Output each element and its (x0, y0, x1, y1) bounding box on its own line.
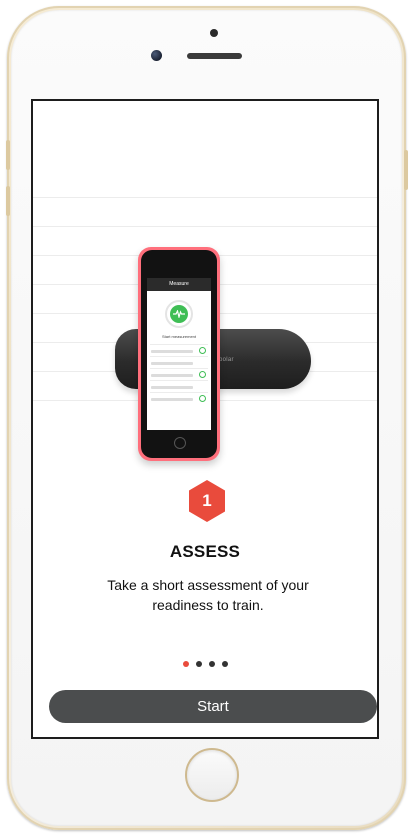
device-home-button (174, 437, 186, 449)
volume-down-button (6, 186, 10, 216)
sensor-row (150, 368, 208, 379)
proximity-sensor (151, 50, 162, 61)
app-screen: polar Measure Start measurement 1 ASSESS… (31, 99, 379, 739)
sensor-row (150, 356, 208, 367)
sensor-row (150, 380, 208, 391)
volume-up-button (6, 140, 10, 170)
strap-brand-label: polar (219, 357, 234, 363)
page-dot-3[interactable] (208, 661, 215, 667)
device-illustration: Measure Start measurement (138, 247, 220, 461)
sensor-row (150, 344, 208, 355)
home-button[interactable] (185, 748, 239, 802)
pulse-icon (173, 310, 185, 318)
sensor-row (150, 392, 208, 403)
page-dot-2[interactable] (195, 661, 202, 667)
page-dot-1[interactable] (182, 661, 189, 667)
earpiece-speaker (187, 53, 242, 59)
step-description: Take a short assessment of your readines… (107, 577, 309, 613)
start-button[interactable]: Start (49, 690, 377, 723)
device-screen-title: Measure (147, 278, 211, 291)
device-screen: Measure Start measurement (147, 278, 211, 430)
page-indicator[interactable] (33, 661, 377, 667)
power-button (404, 150, 408, 190)
hero-illustration: polar Measure Start measurement (33, 161, 377, 461)
heart-rate-icon (170, 305, 188, 323)
front-camera (210, 29, 218, 37)
measure-ring (165, 300, 193, 328)
page-dot-4[interactable] (221, 661, 228, 667)
device-face: Measure Start measurement (141, 250, 217, 458)
step-badge: 1 (187, 479, 227, 523)
measure-label: Start measurement (161, 334, 196, 339)
step-number: 1 (202, 491, 212, 510)
step-title: ASSESS (169, 542, 241, 561)
